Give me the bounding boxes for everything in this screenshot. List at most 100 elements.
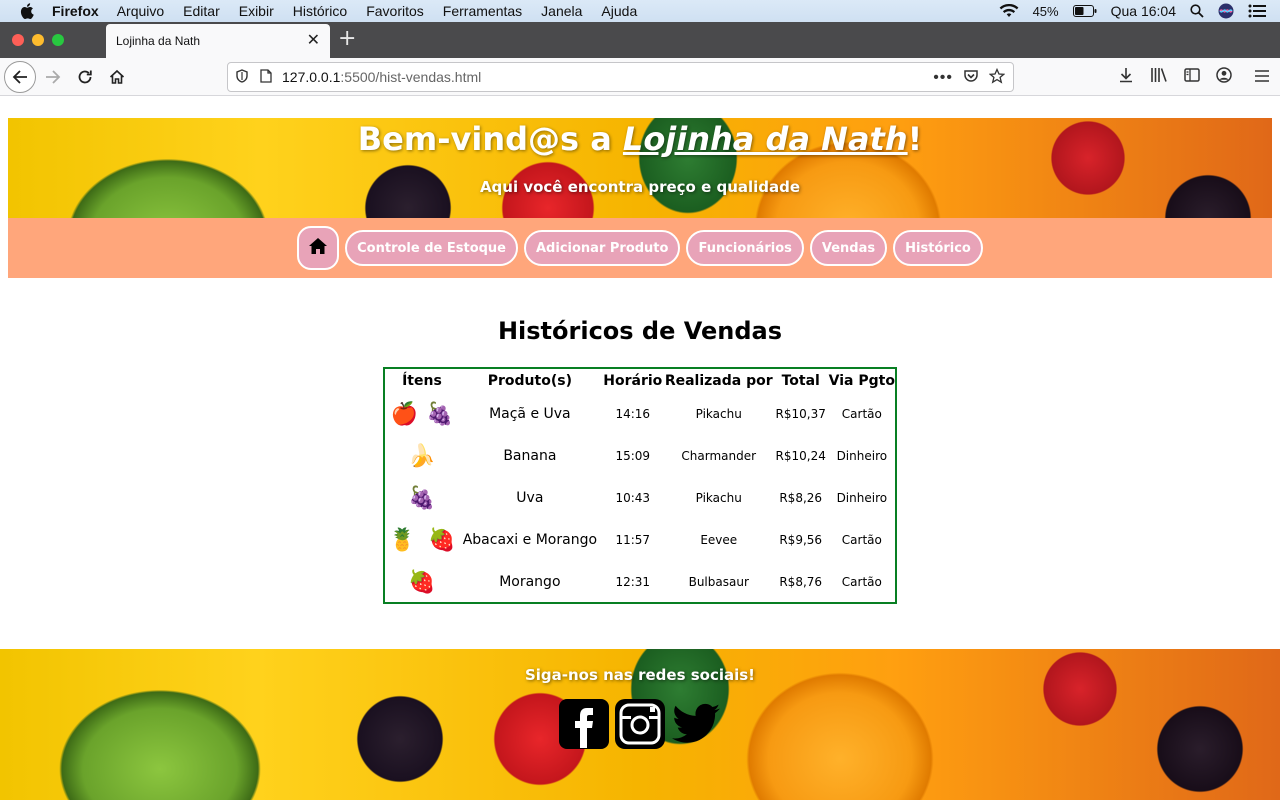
column-header-itens: Ítens bbox=[402, 373, 442, 389]
nav-controle-de-estoque[interactable]: Controle de Estoque bbox=[345, 230, 518, 266]
site-header-banner: Bem-vind@s a Lojinha da Nath! Aqui você … bbox=[8, 118, 1272, 218]
downloads-icon[interactable] bbox=[1118, 67, 1134, 87]
page-actions-menu-icon[interactable]: ••• bbox=[933, 69, 953, 86]
payment-cell: Dinheiro bbox=[836, 491, 888, 505]
tab-title: Lojinha da Nath bbox=[116, 34, 201, 48]
siri-icon[interactable] bbox=[1218, 3, 1234, 19]
pocket-icon[interactable] bbox=[963, 68, 979, 87]
menubar-clock[interactable]: Qua 16:04 bbox=[1111, 3, 1176, 19]
column-header-total: Total bbox=[781, 373, 820, 389]
nav-home-button[interactable] bbox=[297, 226, 340, 270]
site-title-link[interactable]: Lojinha da Nath bbox=[623, 120, 908, 158]
grapes-icon: 🍇 bbox=[425, 401, 454, 427]
column-header-produtos: Produto(s) bbox=[487, 373, 572, 389]
payment-cell: Dinheiro bbox=[836, 449, 888, 463]
reload-button[interactable] bbox=[69, 61, 101, 93]
menubar-item-ajuda[interactable]: Ajuda bbox=[601, 3, 637, 19]
wifi-icon[interactable] bbox=[999, 4, 1019, 18]
tab-lojinha-da-nath[interactable]: Lojinha da Nath ✕ bbox=[106, 24, 330, 58]
follow-us-text: Siga-nos nas redes sociais! bbox=[524, 666, 756, 684]
time-cell: 12:31 bbox=[615, 575, 651, 589]
nav-vendas[interactable]: Vendas bbox=[809, 230, 888, 266]
nav-historico[interactable]: Histórico bbox=[893, 230, 983, 266]
home-button[interactable] bbox=[101, 61, 133, 93]
time-cell: 11:57 bbox=[615, 533, 651, 547]
new-tab-button[interactable]: + bbox=[338, 28, 356, 50]
url-path: :5500/hist-vendas.html bbox=[340, 69, 482, 85]
tracking-protection-shield-icon[interactable] bbox=[236, 68, 248, 86]
product-cell: Banana bbox=[503, 448, 557, 464]
menubar-item-exibir[interactable]: Exibir bbox=[239, 3, 274, 19]
table-row: 🍎 🍇 Maçã e Uva 14:16 Pikachu R$10,37 Cart… bbox=[385, 393, 895, 435]
grapes-icon: 🍇 bbox=[408, 485, 436, 511]
table-row: 🍍 🍓 Abacaxi e Morango 11:57 Eevee R$9,56 … bbox=[385, 519, 895, 561]
site-footer: Siga-nos nas redes sociais! bbox=[0, 649, 1280, 800]
hamburger-menu-icon[interactable] bbox=[1254, 68, 1270, 87]
menubar-app-name[interactable]: Firefox bbox=[52, 3, 99, 19]
time-cell: 15:09 bbox=[615, 449, 651, 463]
close-window-button[interactable] bbox=[12, 34, 24, 46]
column-header-via-pgto: Via Pgto bbox=[828, 373, 895, 389]
seller-cell: Charmander bbox=[681, 449, 757, 463]
page-info-icon[interactable] bbox=[260, 68, 272, 86]
site-subtitle: Aqui você encontra preço e qualidade bbox=[479, 178, 801, 196]
product-cell: Abacaxi e Morango bbox=[462, 532, 598, 548]
total-cell: R$9,56 bbox=[779, 533, 823, 547]
banana-icon: 🍌 bbox=[408, 443, 436, 469]
menubar-item-janela[interactable]: Janela bbox=[541, 3, 582, 19]
nav-adicionar-produto[interactable]: Adicionar Produto bbox=[524, 230, 681, 266]
table-row: 🍇 Uva 10:43 Pikachu R$8,26 Dinheiro bbox=[385, 477, 895, 519]
close-tab-icon[interactable]: ✕ bbox=[307, 33, 320, 49]
instagram-icon[interactable] bbox=[614, 698, 666, 754]
nav-funcionarios[interactable]: Funcionários bbox=[686, 230, 804, 266]
table-row: 🍓 Morango 12:31 Bulbasaur R$8,76 Cartão bbox=[385, 561, 895, 603]
fruit-icons-cell: 🍍 🍓 bbox=[385, 519, 459, 561]
seller-cell: Pikachu bbox=[695, 407, 742, 421]
fruit-icons-cell: 🍇 bbox=[385, 477, 459, 519]
column-header-realizada-por: Realizada por bbox=[664, 373, 773, 389]
browser-tab-strip: Lojinha da Nath ✕ + bbox=[0, 22, 1280, 58]
time-cell: 10:43 bbox=[615, 491, 651, 505]
menubar-item-editar[interactable]: Editar bbox=[183, 3, 220, 19]
fruit-icons-cell: 🍎 🍇 bbox=[385, 393, 459, 435]
menubar-item-ferramentas[interactable]: Ferramentas bbox=[443, 3, 522, 19]
url-text: 127.0.0.1:5500/hist-vendas.html bbox=[282, 69, 481, 85]
spotlight-search-icon[interactable] bbox=[1190, 4, 1204, 18]
menubar-item-arquivo[interactable]: Arquivo bbox=[117, 3, 164, 19]
account-icon[interactable] bbox=[1216, 67, 1232, 87]
strawberry-icon: 🍓 bbox=[427, 527, 456, 553]
payment-cell: Cartão bbox=[841, 533, 882, 547]
url-bar[interactable]: 127.0.0.1:5500/hist-vendas.html ••• bbox=[227, 62, 1014, 92]
forward-button[interactable] bbox=[37, 61, 69, 93]
social-links bbox=[0, 698, 1280, 754]
product-cell: Maçã e Uva bbox=[489, 406, 571, 422]
library-icon[interactable] bbox=[1150, 67, 1168, 87]
pineapple-icon: 🍍 bbox=[388, 527, 416, 553]
product-cell: Morango bbox=[499, 574, 561, 590]
battery-icon[interactable] bbox=[1072, 5, 1097, 17]
page-title: Históricos de Vendas bbox=[497, 317, 783, 345]
fruit-icons-cell: 🍓 bbox=[385, 561, 459, 603]
menubar-item-favoritos[interactable]: Favoritos bbox=[366, 3, 424, 19]
zoom-window-button[interactable] bbox=[52, 34, 64, 46]
seller-cell: Eevee bbox=[700, 533, 738, 547]
sales-history-table: Ítens Produto(s) Horário Realizada por T… bbox=[383, 367, 897, 604]
sidebar-toggle-icon[interactable] bbox=[1184, 67, 1200, 87]
column-header-horario: Horário bbox=[603, 373, 663, 389]
product-cell: Uva bbox=[516, 490, 544, 506]
total-cell: R$8,76 bbox=[779, 575, 823, 589]
bookmark-star-icon[interactable] bbox=[988, 67, 1006, 87]
apple-icon[interactable] bbox=[20, 3, 36, 19]
back-button[interactable] bbox=[4, 61, 36, 93]
macos-menubar: Firefox Arquivo Editar Exibir Histórico … bbox=[0, 0, 1280, 22]
site-title: Bem-vind@s a Lojinha da Nath! bbox=[8, 120, 1272, 158]
home-icon bbox=[308, 237, 328, 259]
total-cell: R$10,37 bbox=[775, 407, 826, 421]
control-center-icon[interactable] bbox=[1248, 4, 1266, 18]
payment-cell: Cartão bbox=[841, 407, 882, 421]
facebook-icon[interactable] bbox=[558, 698, 610, 754]
menubar-item-historico[interactable]: Histórico bbox=[293, 3, 347, 19]
minimize-window-button[interactable] bbox=[32, 34, 44, 46]
twitter-icon[interactable] bbox=[670, 698, 722, 754]
window-controls bbox=[12, 34, 64, 46]
